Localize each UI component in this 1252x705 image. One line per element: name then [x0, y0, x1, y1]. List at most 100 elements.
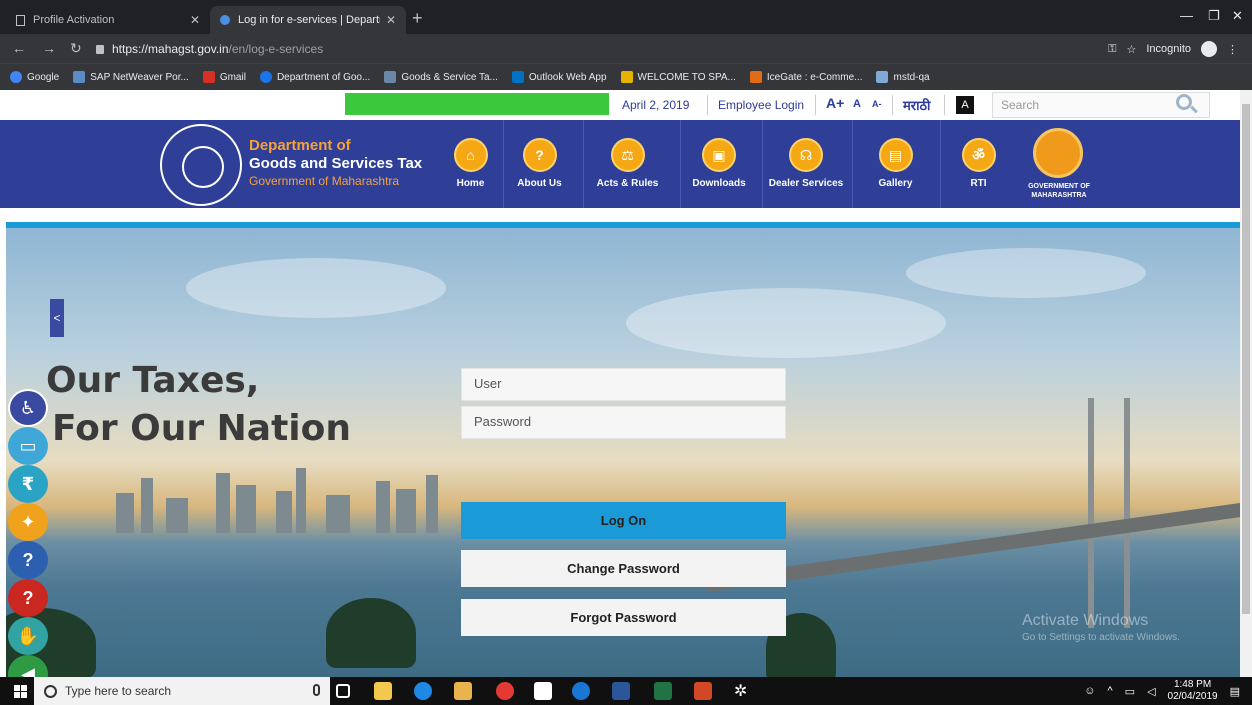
windows-taskbar: Type here to search ✲ ☺ ^ ▭ ◁ 1:48 PM 02…: [0, 677, 1252, 705]
browser-tab-strip: Profile Activation ✕ Log in for e-servic…: [0, 0, 1252, 34]
font-decrease-button[interactable]: A-: [872, 99, 882, 109]
page-scrollbar[interactable]: [1240, 90, 1252, 677]
tab-log-in-e-services[interactable]: Log in for e-services | Departmen ✕: [210, 6, 406, 34]
microphone-icon[interactable]: [313, 684, 320, 696]
new-tab-button[interactable]: +: [412, 8, 423, 29]
tab-profile-activation[interactable]: Profile Activation ✕: [6, 6, 210, 34]
address-bar[interactable]: https://mahagst.gov.in/en/log-e-services: [96, 38, 1076, 60]
font-increase-button[interactable]: A+: [826, 95, 844, 111]
lock-icon: [96, 44, 104, 54]
divider: [944, 95, 945, 115]
cortana-icon: [44, 684, 57, 698]
reload-icon[interactable]: ↻: [70, 40, 82, 57]
nav-gallery[interactable]: ▤ Gallery: [852, 120, 938, 208]
volume-icon[interactable]: ◁: [1147, 685, 1155, 698]
close-icon[interactable]: ✕: [386, 13, 396, 27]
people-icon[interactable]: ☺: [1084, 685, 1095, 697]
minimize-icon[interactable]: —: [1180, 8, 1193, 23]
nav-label: RTI: [970, 178, 987, 189]
divider: [707, 95, 708, 115]
chrome-icon[interactable]: [496, 682, 514, 700]
file-explorer-icon[interactable]: [374, 682, 392, 700]
nav-acts-rules[interactable]: ⚖ Acts & Rules: [583, 120, 671, 208]
search-icon[interactable]: [1176, 94, 1192, 110]
user-input[interactable]: User: [461, 368, 786, 401]
site-favicon-icon: [220, 15, 230, 25]
user-card-icon[interactable]: ▭: [8, 427, 48, 465]
nation-badge-icon[interactable]: ✦: [8, 503, 48, 541]
forgot-password-button[interactable]: Forgot Password: [461, 599, 786, 636]
bookmark-spa[interactable]: WELCOME TO SPA...: [620, 71, 736, 83]
nav-downloads[interactable]: ▣ Downloads: [680, 120, 757, 208]
notifications-icon[interactable]: ▤: [1230, 685, 1240, 698]
store-icon[interactable]: [454, 682, 472, 700]
bookmark-gmail[interactable]: Gmail: [202, 71, 246, 83]
nav-home[interactable]: ⌂ Home: [447, 120, 494, 208]
close-window-icon[interactable]: ✕: [1232, 8, 1243, 24]
mail-icon[interactable]: [534, 682, 552, 700]
incognito-icon[interactable]: [1201, 41, 1217, 57]
key-icon[interactable]: ⚿: [1108, 43, 1116, 56]
bookmark-mstd[interactable]: mstd-qa: [876, 71, 930, 83]
nav-rti[interactable]: ॐ RTI: [940, 120, 1016, 208]
employee-login-link[interactable]: Employee Login: [718, 98, 804, 112]
system-clock[interactable]: 1:48 PM 02/04/2019: [1168, 679, 1218, 703]
bookmark-icegate[interactable]: IceGate : e-Comme...: [749, 71, 862, 83]
tab-title: Log in for e-services | Departmen: [238, 14, 380, 26]
maharashtra-emblem-logo[interactable]: [1033, 128, 1083, 178]
contrast-button[interactable]: A: [956, 96, 974, 114]
forward-icon[interactable]: →: [42, 40, 56, 56]
hero-line-2: For Our Nation: [52, 408, 352, 449]
sidebar-collapse-button[interactable]: <: [50, 299, 64, 337]
url-host: https://mahagst.gov.in: [112, 42, 229, 56]
internet-explorer-icon[interactable]: [572, 682, 590, 700]
clock-time: 1:48 PM: [1173, 679, 1212, 690]
language-toggle[interactable]: मराठी: [903, 96, 930, 114]
chevron-up-icon[interactable]: ^: [1107, 685, 1112, 697]
log-on-button[interactable]: Log On: [461, 502, 786, 539]
accessibility-icon[interactable]: ♿: [8, 389, 48, 427]
menu-icon[interactable]: ⋮: [1227, 43, 1238, 56]
edge-icon[interactable]: [414, 682, 432, 700]
bookmark-google[interactable]: Google: [10, 71, 59, 83]
excel-icon[interactable]: [654, 682, 672, 700]
windows-start-icon[interactable]: [14, 685, 27, 698]
battery-icon[interactable]: ▭: [1125, 685, 1135, 698]
nav-label: Home: [456, 178, 485, 189]
handshake-icon[interactable]: ✋: [8, 617, 48, 655]
bookmark-label: mstd-qa: [893, 71, 930, 83]
scrollbar-thumb[interactable]: [1242, 104, 1250, 614]
password-input[interactable]: Password: [461, 406, 786, 439]
task-view-icon[interactable]: [336, 684, 350, 698]
powerpoint-icon[interactable]: [694, 682, 712, 700]
bookmark-label: Google: [27, 71, 60, 83]
nav-dealer-services[interactable]: ☊ Dealer Services: [762, 120, 849, 208]
divider: [815, 95, 816, 115]
department-seal-logo[interactable]: [160, 124, 242, 206]
bookmark-label: Gmail: [219, 71, 246, 83]
help-chat-icon[interactable]: ?: [8, 541, 48, 579]
clock-date: 02/04/2019: [1167, 691, 1218, 702]
word-icon[interactable]: [612, 682, 630, 700]
rupee-icon[interactable]: ₹: [8, 465, 48, 503]
font-normal-button[interactable]: A: [853, 98, 861, 110]
sap-icon: [73, 71, 86, 83]
star-icon[interactable]: ☆: [1126, 43, 1136, 56]
bookmark-outlook[interactable]: Outlook Web App: [511, 71, 607, 83]
faq-icon[interactable]: ?: [8, 579, 48, 617]
nav-about-us[interactable]: ? About Us: [503, 120, 575, 208]
settings-gear-icon[interactable]: ✲: [734, 681, 752, 700]
taskbar-search-input[interactable]: Type here to search: [34, 677, 330, 705]
bookmark-dept[interactable]: Department of Goo...: [259, 71, 370, 83]
change-password-button[interactable]: Change Password: [461, 550, 786, 587]
bridge-deck: [706, 502, 1240, 592]
rti-icon: ॐ: [961, 138, 996, 172]
bookmark-gst[interactable]: Goods & Service Ta...: [384, 71, 498, 83]
bridge-tower: [1088, 398, 1094, 628]
close-icon[interactable]: ✕: [190, 13, 200, 27]
back-icon[interactable]: ←: [12, 40, 26, 56]
bookmark-sap[interactable]: SAP NetWeaver Por...: [73, 71, 189, 83]
headset-icon: ☊: [789, 138, 823, 172]
gallery-icon: ▤: [878, 138, 913, 172]
maximize-icon[interactable]: ❐: [1208, 8, 1220, 24]
